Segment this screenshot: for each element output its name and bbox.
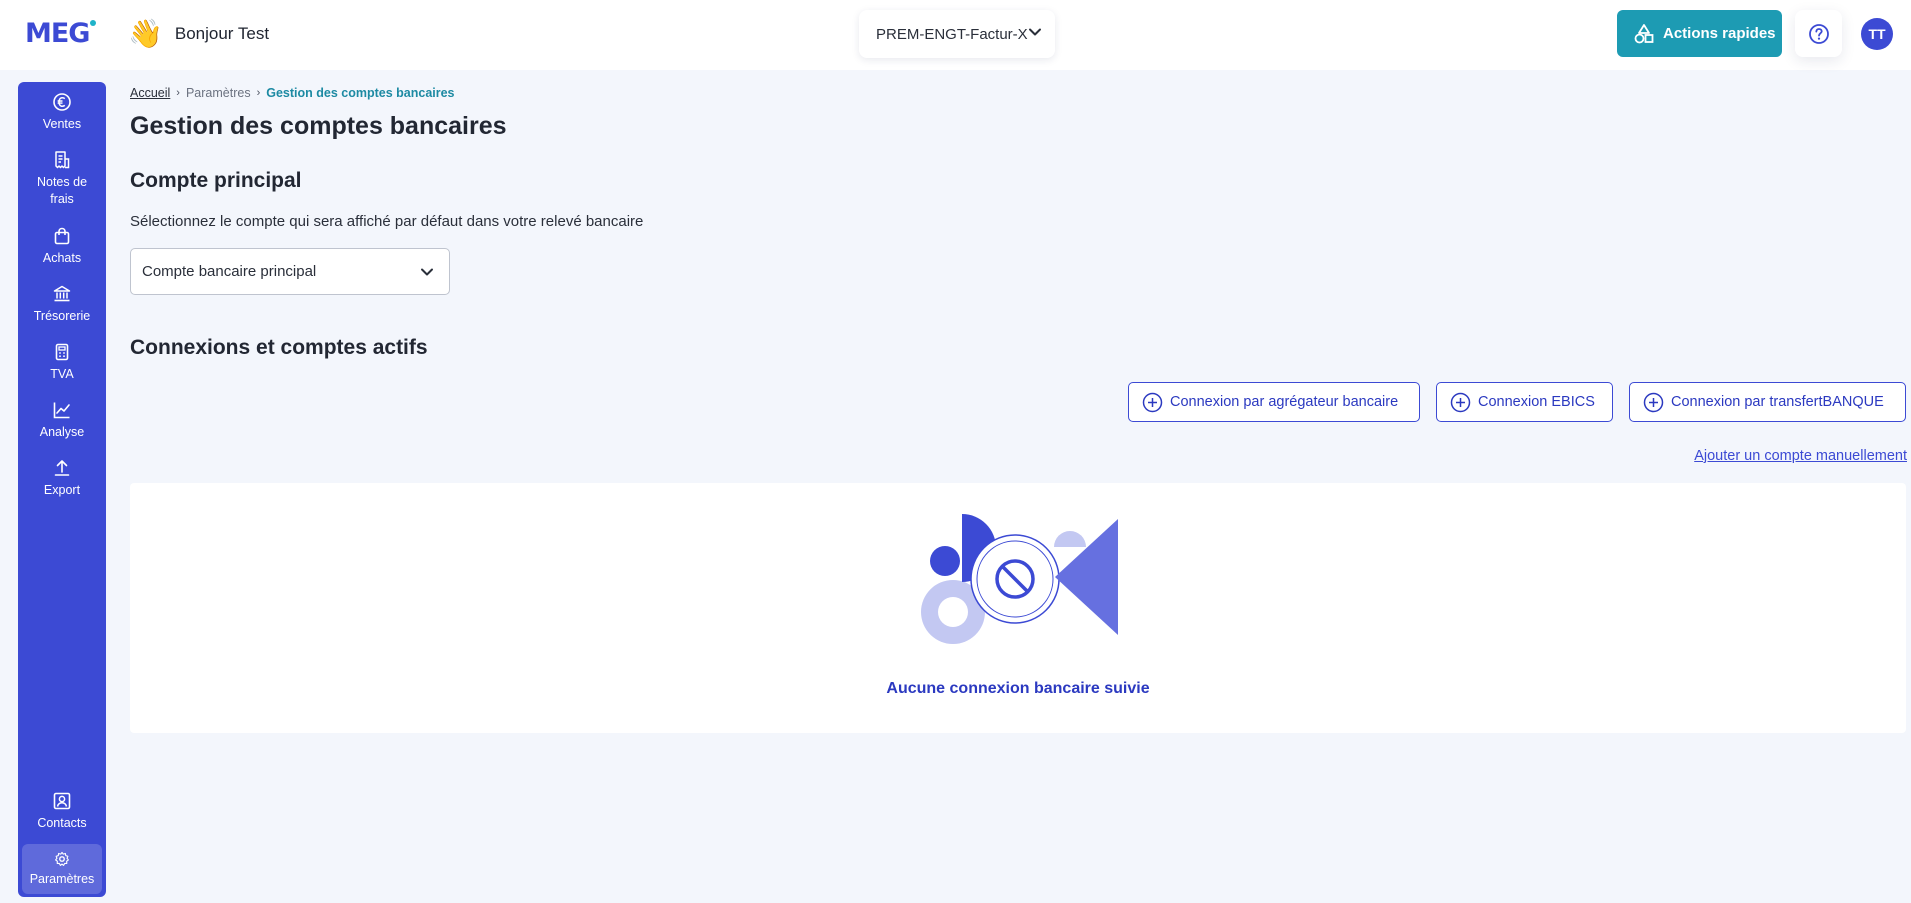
main-account-heading: Compte principal [130, 169, 302, 192]
transfertbanque-connection-label: Connexion par transfertBANQUE [1671, 394, 1884, 410]
breadcrumb-current: Gestion des comptes bancaires [266, 86, 455, 100]
user-avatar[interactable]: TT [1861, 18, 1893, 50]
sidebar-item-label: Export [43, 483, 81, 497]
transfertbanque-connection-button[interactable]: Connexion par transfertBANQUE [1629, 382, 1906, 422]
company-selector-label: PREM-ENGT-Factur-X [876, 25, 1028, 43]
chart-line-icon [53, 402, 70, 419]
sidebar-item-tresorerie[interactable]: Trésorerie [18, 284, 106, 325]
quick-actions-label: Actions rapides [1663, 25, 1776, 42]
sidebar-item-export[interactable]: Export [18, 458, 106, 499]
sidebar-item-label: Achats [42, 251, 82, 265]
sidebar-item-notes-de-frais[interactable]: Notes de frais [18, 150, 106, 208]
ebics-connection-button[interactable]: Connexion EBICS [1436, 382, 1613, 422]
sidebar-item-label: Paramètres [29, 872, 95, 886]
chevron-right-icon: › [256, 87, 261, 99]
sidebar-item-achats[interactable]: Achats [18, 226, 106, 267]
ebics-connection-label: Connexion EBICS [1478, 394, 1595, 410]
sidebar-item-label: TVA [50, 367, 74, 381]
help-button[interactable] [1795, 10, 1842, 57]
quick-actions-button[interactable]: Actions rapides [1617, 10, 1782, 57]
connections-heading: Connexions et comptes actifs [130, 336, 428, 359]
meg-logo[interactable]: MEG [25, 18, 90, 49]
main-account-select-value: Compte bancaire principal [142, 263, 317, 280]
greeting: 👋 Bonjour Test [128, 14, 269, 54]
aggregator-connection-label: Connexion par agrégateur bancaire [1170, 394, 1399, 410]
waving-hand-icon: 👋 [128, 18, 163, 49]
sidebar-item-label: Notes de frais [36, 175, 88, 206]
upload-icon [54, 460, 70, 476]
sidebar-item-label: Trésorerie [33, 309, 91, 323]
euro-icon [53, 93, 71, 111]
sidebar-item-label: Analyse [39, 425, 85, 439]
sidebar-item-label: Contacts [37, 816, 87, 830]
company-selector[interactable]: PREM-ENGT-Factur-X [859, 10, 1055, 58]
sidebar-item-parametres[interactable]: Paramètres [22, 844, 102, 894]
top-header: MEG 👋 Bonjour Test PREM-ENGT-Factur-X Ac… [0, 0, 1911, 70]
sidebar: Ventes Notes de frais Achats Trésorerie [18, 82, 106, 897]
add-manual-account-link[interactable]: Ajouter un compte manuellement [1694, 448, 1907, 464]
sidebar-item-label: Ventes [42, 117, 82, 131]
bank-icon [53, 285, 71, 302]
gear-icon [55, 851, 69, 866]
page-title: Gestion des comptes bancaires [130, 112, 507, 140]
breadcrumb-home-link[interactable]: Accueil [130, 86, 170, 100]
plus-circle-icon [1643, 392, 1664, 412]
greeting-text: Bonjour Test [174, 24, 270, 43]
chevron-right-icon: › [176, 87, 180, 99]
sidebar-item-contacts[interactable]: Contacts [18, 791, 106, 832]
logo-dot [90, 20, 96, 26]
sidebar-item-ventes[interactable]: Ventes [18, 92, 106, 133]
breadcrumb: Accueil › Paramètres › Gestion des compt… [130, 86, 455, 100]
main-account-description: Sélectionnez le compte qui sera affiché … [130, 213, 644, 230]
question-circle-icon [1808, 23, 1829, 44]
shopping-bag-icon [54, 227, 70, 245]
contact-card-icon [53, 792, 71, 810]
calculator-icon [55, 343, 69, 361]
no-connection-illustration [921, 514, 1118, 644]
receipt-icon [55, 151, 70, 169]
shapes-icon [1634, 23, 1654, 43]
sidebar-item-analyse[interactable]: Analyse [18, 400, 106, 441]
breadcrumb-parent[interactable]: Paramètres [186, 86, 251, 100]
chevron-down-icon [421, 268, 433, 276]
aggregator-connection-button[interactable]: Connexion par agrégateur bancaire [1128, 382, 1420, 422]
empty-state-message: Aucune connexion bancaire suivie [886, 680, 1150, 697]
chevron-down-icon [1029, 28, 1041, 36]
plus-circle-icon [1450, 392, 1471, 412]
connections-panel: Aucune connexion bancaire suivie [130, 483, 1906, 733]
plus-circle-icon [1142, 392, 1163, 412]
main-account-select[interactable]: Compte bancaire principal [130, 248, 450, 295]
sidebar-item-tva[interactable]: TVA [18, 342, 106, 383]
